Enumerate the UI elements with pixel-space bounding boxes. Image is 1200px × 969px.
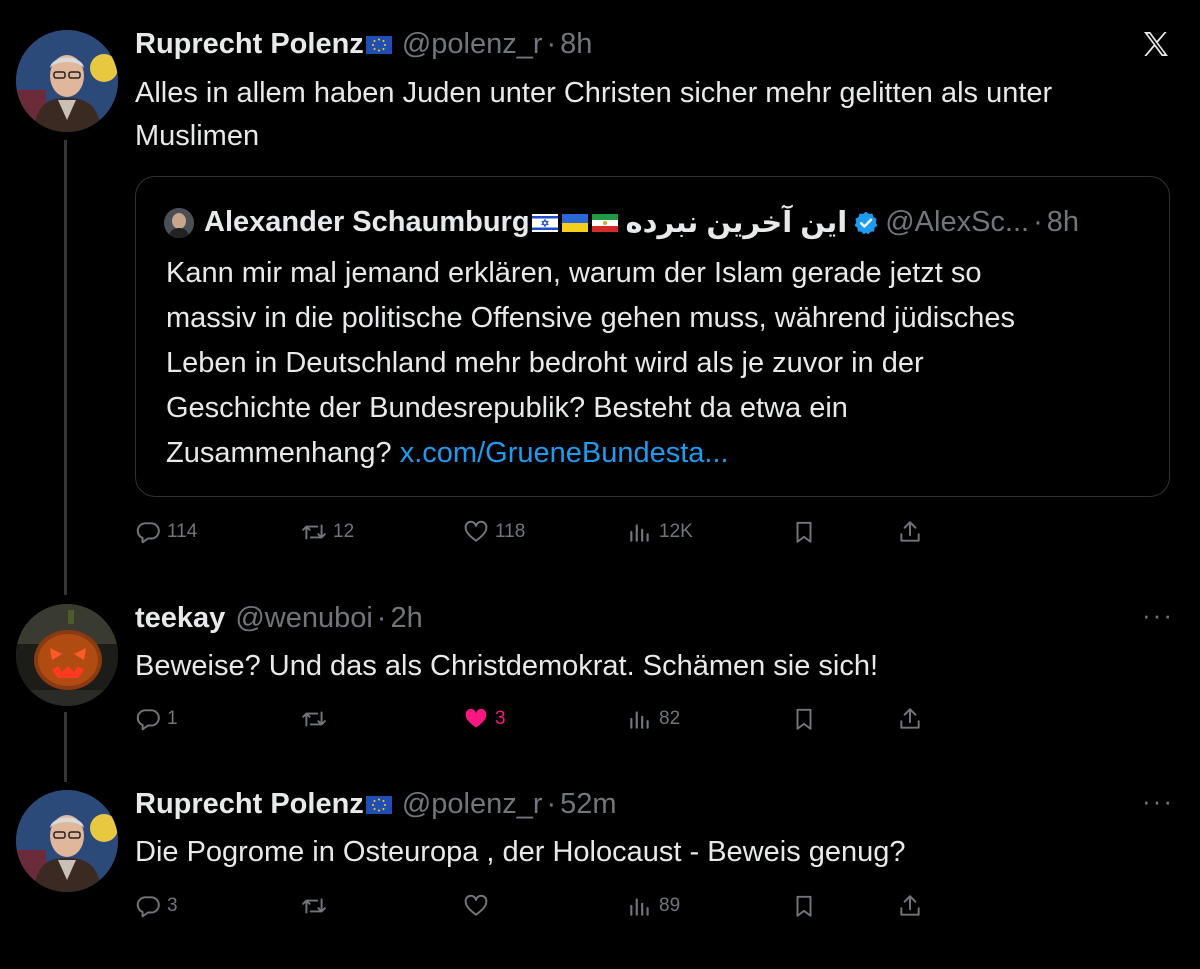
like-count: 3 xyxy=(495,708,506,729)
reply-icon xyxy=(136,522,160,544)
share-button[interactable] xyxy=(897,706,929,732)
share-button[interactable] xyxy=(897,519,929,545)
author-name[interactable]: teekay xyxy=(135,602,225,635)
separator-dot: · xyxy=(546,28,557,60)
share-icon xyxy=(900,521,920,542)
tweet-text: Beweise? Und das als Christdemokrat. Sch… xyxy=(135,650,879,682)
heart-filled-icon xyxy=(465,708,487,728)
heart-icon xyxy=(464,520,488,542)
timestamp[interactable]: 2h xyxy=(390,602,422,635)
avatar[interactable] xyxy=(16,790,118,892)
avatar[interactable] xyxy=(16,604,118,706)
timestamp[interactable]: 8h xyxy=(560,28,592,61)
eu-flag-icon xyxy=(365,35,392,54)
like-button[interactable]: 118 xyxy=(463,519,525,545)
like-button[interactable]: 3 xyxy=(463,706,506,732)
tweet-actions: 114 12 118 12K xyxy=(135,519,935,559)
reply-icon xyxy=(136,709,160,731)
author-handle[interactable]: @polenz_r xyxy=(402,28,543,61)
thread-line xyxy=(64,140,67,595)
quote-timestamp[interactable]: 8h xyxy=(1047,206,1079,239)
bookmark-button[interactable] xyxy=(791,519,823,545)
share-icon xyxy=(900,708,920,729)
bookmark-icon xyxy=(796,708,812,730)
avatar[interactable] xyxy=(16,30,118,132)
author-handle[interactable]: @wenuboi xyxy=(235,602,372,635)
retweet-button[interactable] xyxy=(301,706,333,732)
like-button[interactable] xyxy=(463,893,495,919)
reply-count: 3 xyxy=(167,895,178,916)
views-button[interactable]: 12K xyxy=(627,519,693,545)
bookmark-button[interactable] xyxy=(791,893,823,919)
author-handle[interactable]: @polenz_r xyxy=(402,788,543,821)
retweet-icon xyxy=(302,898,326,914)
bookmark-icon xyxy=(796,521,812,543)
reply-button[interactable]: 114 xyxy=(135,519,197,545)
bookmark-button[interactable] xyxy=(791,706,823,732)
quote-handle[interactable]: @AlexSc... xyxy=(885,206,1029,239)
more-options-button[interactable]: ··· xyxy=(1142,786,1174,817)
reply-button[interactable]: 3 xyxy=(135,893,178,919)
tweet-header: teekay @wenuboi · 2h xyxy=(135,602,423,635)
retweet-icon xyxy=(302,711,326,727)
separator-dot: · xyxy=(546,788,557,820)
views-count: 12K xyxy=(659,521,693,542)
quote-link[interactable]: x.com/GrueneBundesta... xyxy=(400,437,729,469)
tweet-actions: 3 89 xyxy=(135,893,935,933)
separator-dot: · xyxy=(376,602,387,634)
views-chart-icon xyxy=(630,711,649,729)
views-button[interactable]: 82 xyxy=(627,706,680,732)
quote-author-name-rtl[interactable]: این آخرین نبرده xyxy=(626,205,848,240)
quote-text-line: Zusammenhang? x.com/GrueneBundesta... xyxy=(166,431,1015,476)
views-chart-icon xyxy=(630,898,649,916)
eu-flag-icon xyxy=(365,795,392,814)
tweet-header: Ruprecht Polenz @polenz_r · 8h xyxy=(135,28,592,61)
quoted-tweet[interactable]: Alexander Schaumburg این آخرین نبرده @Al… xyxy=(135,176,1170,497)
author-name[interactable]: Ruprecht Polenz xyxy=(135,788,364,821)
reply-button[interactable]: 1 xyxy=(135,706,178,732)
iran-lion-sun-flag-icon xyxy=(591,213,618,232)
quote-header: Alexander Schaumburg این آخرین نبرده @Al… xyxy=(164,205,1079,240)
like-count: 118 xyxy=(495,521,526,542)
views-count: 89 xyxy=(659,895,681,916)
heart-icon xyxy=(464,894,488,916)
views-count: 82 xyxy=(659,708,681,729)
retweet-icon xyxy=(302,524,326,540)
share-icon xyxy=(900,895,920,916)
ukraine-flag-icon xyxy=(561,213,588,232)
quote-text-line-end: Zusammenhang? xyxy=(166,437,392,469)
tweet-actions: 1 3 82 xyxy=(135,706,935,746)
retweet-button[interactable]: 12 xyxy=(301,519,354,545)
quote-author-name[interactable]: Alexander Schaumburg xyxy=(204,206,530,239)
reply-count: 1 xyxy=(167,708,178,729)
tweet-header: Ruprecht Polenz @polenz_r · 52m xyxy=(135,788,617,821)
views-chart-icon xyxy=(630,524,649,542)
israel-flag-icon xyxy=(531,213,558,232)
quote-text-line: massiv in die politische Offensive gehen… xyxy=(166,302,1015,334)
reply-count: 114 xyxy=(167,521,198,542)
tweet-text-line: Alles in allem haben Juden unter Christe… xyxy=(135,77,1053,109)
verified-badge-icon xyxy=(854,211,878,234)
quote-text-line: Leben in Deutschland mehr bedroht wird a… xyxy=(166,347,924,379)
quote-text: Kann mir mal jemand erklären, warum der … xyxy=(166,251,1015,476)
bookmark-icon xyxy=(796,895,812,917)
tweet-text: Alles in allem haben Juden unter Christe… xyxy=(135,72,1052,158)
quote-text-line: Geschichte der Bundesrepublik? Besteht d… xyxy=(166,392,848,424)
retweet-button[interactable] xyxy=(301,893,333,919)
more-options-button[interactable]: ··· xyxy=(1142,600,1174,631)
author-name[interactable]: Ruprecht Polenz xyxy=(135,28,364,61)
tweet-text-line: Muslimen xyxy=(135,120,260,152)
timestamp[interactable]: 52m xyxy=(560,788,616,821)
tweet-text: Die Pogrome in Osteuropa , der Holocaust… xyxy=(135,836,906,868)
reply-icon xyxy=(136,896,160,918)
quote-text-line: Kann mir mal jemand erklären, warum der … xyxy=(166,257,982,289)
retweet-count: 12 xyxy=(333,521,355,542)
views-button[interactable]: 89 xyxy=(627,893,680,919)
share-button[interactable] xyxy=(897,893,929,919)
x-logo-icon[interactable] xyxy=(1140,28,1172,60)
quote-avatar[interactable] xyxy=(164,207,194,238)
separator-dot: · xyxy=(1033,206,1043,238)
thread-line xyxy=(64,712,67,782)
